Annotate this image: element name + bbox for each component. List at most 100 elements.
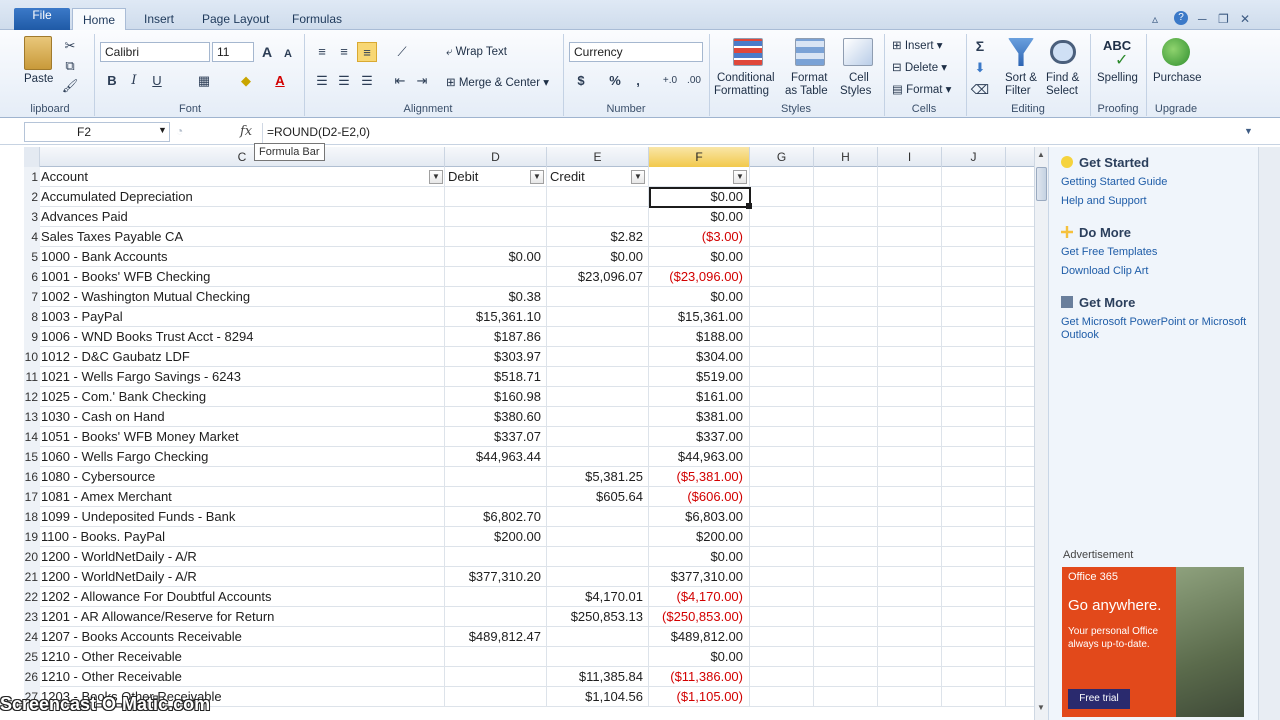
cell-empty[interactable]: [814, 347, 878, 367]
cell-empty[interactable]: [814, 187, 878, 207]
cell-debit[interactable]: [445, 267, 547, 287]
clear-icon[interactable]: ⌫: [970, 80, 990, 100]
cell-debit[interactable]: $0.00: [445, 247, 547, 267]
scroll-down-icon[interactable]: ▼: [1037, 703, 1045, 712]
cell-empty[interactable]: [942, 367, 1006, 387]
row-number[interactable]: 18: [24, 507, 40, 527]
cell-difference[interactable]: $0.00: [649, 547, 750, 567]
cell-empty[interactable]: [750, 307, 814, 327]
fill-color-icon[interactable]: ◆: [236, 71, 256, 91]
cell-empty[interactable]: [750, 207, 814, 227]
vertical-scrollbar[interactable]: ▲ ▼: [1034, 147, 1048, 720]
conditional-formatting-icon[interactable]: [733, 38, 763, 66]
column-header-h[interactable]: H: [814, 147, 878, 167]
sort-filter-label[interactable]: Sort &: [1005, 72, 1037, 84]
cell-empty[interactable]: [878, 347, 942, 367]
cell-empty[interactable]: [878, 327, 942, 347]
cell-credit[interactable]: $605.64: [547, 487, 649, 507]
cell-credit[interactable]: [547, 327, 649, 347]
copy-icon[interactable]: ⧉: [60, 56, 80, 76]
cell-empty[interactable]: [814, 667, 878, 687]
row-number[interactable]: 21: [24, 567, 40, 587]
percent-style-button[interactable]: %: [605, 71, 625, 91]
cell-empty[interactable]: [942, 307, 1006, 327]
cell-empty[interactable]: [814, 307, 878, 327]
cell-account[interactable]: 1006 - WND Books Trust Acct - 8294: [40, 327, 445, 347]
cell-difference[interactable]: ($23,096.00): [649, 267, 750, 287]
cell-empty[interactable]: [750, 447, 814, 467]
font-size-select[interactable]: 11: [212, 42, 254, 62]
borders-icon[interactable]: ▦: [194, 71, 214, 91]
row-number[interactable]: 5: [24, 247, 40, 267]
align-top-icon[interactable]: ≡: [312, 42, 332, 62]
column-header-c[interactable]: C: [40, 147, 445, 167]
cell-empty[interactable]: [814, 447, 878, 467]
cell-credit[interactable]: [547, 207, 649, 227]
filter-dropdown-icon[interactable]: ▼: [530, 170, 544, 184]
expand-formula-bar-icon[interactable]: ▼: [1244, 126, 1253, 136]
cell-empty[interactable]: [942, 587, 1006, 607]
cell-empty[interactable]: [814, 427, 878, 447]
row-number[interactable]: 15: [24, 447, 40, 467]
cell-empty[interactable]: [878, 287, 942, 307]
cell-difference[interactable]: $6,803.00: [649, 507, 750, 527]
underline-button[interactable]: U: [147, 71, 167, 91]
cell-empty[interactable]: [814, 387, 878, 407]
cell-empty[interactable]: [878, 227, 942, 247]
cell-account[interactable]: 1002 - Washington Mutual Checking: [40, 287, 445, 307]
powerpoint-outlook-link-2[interactable]: Outlook: [1061, 329, 1099, 341]
cell-debit[interactable]: [445, 647, 547, 667]
cell-empty[interactable]: [878, 407, 942, 427]
fill-handle[interactable]: [746, 203, 752, 209]
cell-account[interactable]: 1099 - Undeposited Funds - Bank: [40, 507, 445, 527]
format-cells-button[interactable]: ▤ Format ▾: [892, 82, 951, 96]
cell-account[interactable]: 1080 - Cybersource: [40, 467, 445, 487]
grow-font-icon[interactable]: A: [257, 42, 277, 62]
minimize-ribbon-icon[interactable]: ▵: [1152, 12, 1158, 26]
cell-empty[interactable]: [750, 627, 814, 647]
row-number[interactable]: 16: [24, 467, 40, 487]
cell-empty[interactable]: [750, 527, 814, 547]
bold-button[interactable]: B: [102, 71, 122, 91]
cell-difference[interactable]: $0.00: [649, 247, 750, 267]
powerpoint-outlook-link[interactable]: Get Microsoft PowerPoint or Microsoft: [1061, 316, 1246, 328]
cell-empty[interactable]: [814, 687, 878, 707]
cell-empty[interactable]: [878, 367, 942, 387]
cell-empty[interactable]: [942, 267, 1006, 287]
row-number[interactable]: 20: [24, 547, 40, 567]
row-number[interactable]: 23: [24, 607, 40, 627]
cell-empty[interactable]: [814, 647, 878, 667]
header-credit[interactable]: Credit ▼: [547, 167, 649, 187]
cell-debit[interactable]: [445, 547, 547, 567]
cell-empty[interactable]: [750, 607, 814, 627]
cell-empty[interactable]: [878, 207, 942, 227]
cell-difference[interactable]: $0.00: [649, 647, 750, 667]
cell-empty[interactable]: [814, 607, 878, 627]
fill-icon[interactable]: ⬇: [970, 58, 990, 78]
cell-empty[interactable]: [750, 467, 814, 487]
office-365-advertisement[interactable]: Office 365 Go anywhere. Your personal Of…: [1062, 567, 1244, 717]
row-number[interactable]: 26: [24, 667, 40, 687]
cell-difference[interactable]: $200.00: [649, 527, 750, 547]
cell-debit[interactable]: [445, 607, 547, 627]
column-header-j[interactable]: J: [942, 147, 1006, 167]
cell-empty[interactable]: [942, 247, 1006, 267]
cell-credit[interactable]: [547, 427, 649, 447]
cell-credit[interactable]: [547, 187, 649, 207]
cell-empty[interactable]: [942, 407, 1006, 427]
cell-empty[interactable]: [878, 647, 942, 667]
cell-difference[interactable]: $381.00: [649, 407, 750, 427]
cell-empty[interactable]: [750, 167, 814, 187]
cell-empty[interactable]: [814, 547, 878, 567]
spelling-button[interactable]: Spelling: [1097, 72, 1138, 84]
comma-style-button[interactable]: ,: [628, 71, 648, 91]
formula-input[interactable]: =ROUND(D2-E2,0): [262, 123, 1242, 143]
window-close-icon[interactable]: ✕: [1240, 12, 1250, 26]
cell-credit[interactable]: $5,381.25: [547, 467, 649, 487]
cell-account[interactable]: 1202 - Allowance For Doubtful Accounts: [40, 587, 445, 607]
cell-difference[interactable]: $0.00: [649, 287, 750, 307]
sort-filter-icon[interactable]: [1008, 38, 1034, 66]
cell-debit[interactable]: $200.00: [445, 527, 547, 547]
cell-difference[interactable]: ($4,170.00): [649, 587, 750, 607]
cell-empty[interactable]: [942, 287, 1006, 307]
